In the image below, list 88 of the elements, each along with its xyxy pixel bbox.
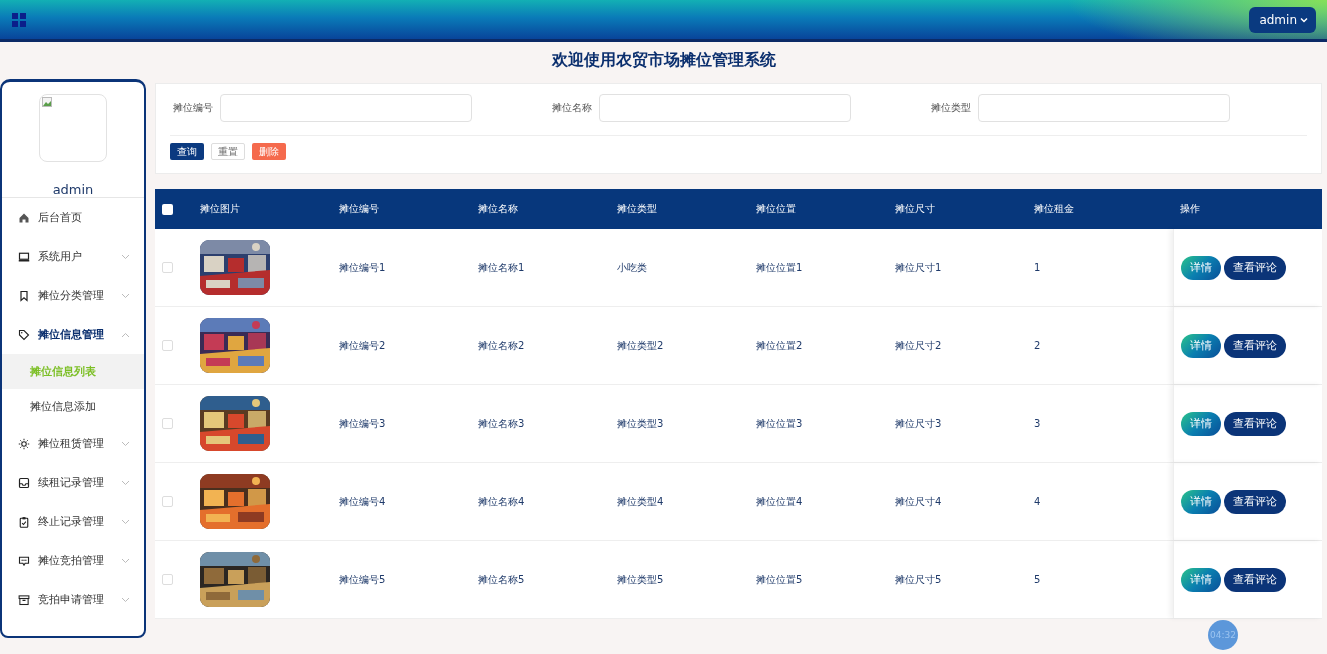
column-header: 摊位位置 (756, 203, 796, 214)
laptop-icon (18, 250, 30, 263)
sidebar-item[interactable]: 系统用户 (2, 237, 144, 276)
sidebar-subitem[interactable]: 摊位信息添加 (2, 389, 144, 424)
column-header: 摊位租金 (1034, 203, 1074, 214)
column-header: 摊位图片 (200, 203, 240, 214)
table-cell: 摊位编号4 (339, 495, 386, 507)
home-icon (18, 211, 30, 224)
table-cell: 摊位位置3 (756, 417, 803, 429)
table-cell: 2 (1034, 340, 1041, 351)
table-cell: 1 (1034, 262, 1041, 273)
table-cell: 摊位位置2 (756, 339, 803, 351)
input-field[interactable] (220, 94, 472, 122)
table-cell: 摊位类型5 (617, 573, 664, 585)
table-cell: 摊位名称2 (478, 339, 525, 351)
search-button[interactable]: 查询 (170, 143, 204, 160)
table-cell: 摊位编号3 (339, 417, 386, 429)
sidebar-item[interactable]: 续租记录管理 (2, 463, 144, 502)
table-cell: 摊位类型4 (617, 495, 664, 507)
table-cell: 摊位编号2 (339, 339, 386, 351)
table-cell: 摊位尺寸5 (895, 573, 942, 585)
table-cell: 3 (1034, 418, 1041, 429)
details-button[interactable]: 详情 (1181, 567, 1221, 592)
view-reviews-button[interactable]: 查看评论 (1224, 489, 1286, 514)
sidebar-item[interactable]: 摊位租赁管理 (2, 424, 144, 463)
details-button[interactable]: 详情 (1181, 489, 1221, 514)
column-header: 摊位类型 (617, 203, 657, 214)
table-cell: 摊位尺寸2 (895, 339, 942, 351)
user-name: admin (52, 182, 94, 197)
view-reviews-button[interactable]: 查看评论 (1224, 411, 1286, 436)
reset-button[interactable]: 重置 (211, 143, 245, 160)
input-field[interactable] (599, 94, 851, 122)
sidebar-item[interactable]: 终止记录管理 (2, 502, 144, 541)
row-checkbox[interactable] (162, 496, 173, 507)
input-field[interactable] (978, 94, 1230, 122)
details-button[interactable]: 详情 (1181, 411, 1221, 436)
sidebar-item[interactable]: 摊位分类管理 (2, 276, 144, 315)
field-label: 摊位类型 (931, 101, 971, 115)
sidebar-item[interactable]: 后台首页 (2, 198, 144, 237)
table-cell: 摊位位置4 (756, 495, 803, 507)
table-cell: 摊位编号1 (339, 261, 386, 273)
view-reviews-button[interactable]: 查看评论 (1224, 567, 1286, 592)
user-menu-button[interactable]: admin (1249, 6, 1316, 33)
chat-icon (18, 554, 30, 567)
clipboard-icon (18, 515, 30, 528)
row-checkbox[interactable] (162, 574, 173, 585)
column-header: 摊位尺寸 (895, 203, 935, 214)
sidebar-item[interactable]: 竞拍申请管理 (2, 580, 144, 619)
table-cell: 4 (1034, 496, 1041, 507)
select-all-checkbox[interactable] (162, 203, 173, 215)
sidebar-item[interactable]: 摊位竞拍管理 (2, 541, 144, 580)
archive-icon (18, 593, 30, 606)
table-cell: 摊位名称1 (478, 261, 525, 273)
view-reviews-button[interactable]: 查看评论 (1224, 255, 1286, 280)
table-cell: 摊位名称4 (478, 495, 525, 507)
table-cell: 摊位尺寸3 (895, 417, 942, 429)
column-header: 操作 (1180, 202, 1200, 216)
table-cell: 摊位尺寸4 (895, 495, 942, 507)
details-button[interactable]: 详情 (1181, 255, 1221, 280)
table-cell: 摊位尺寸1 (895, 261, 942, 273)
table-cell: 摊位位置1 (756, 261, 803, 273)
table-cell: 摊位类型3 (617, 417, 664, 429)
table-cell: 小吃类 (617, 261, 647, 273)
table-cell: 摊位名称3 (478, 417, 525, 429)
view-reviews-button[interactable]: 查看评论 (1224, 333, 1286, 358)
table-cell: 摊位类型2 (617, 339, 664, 351)
table-cell: 摊位位置5 (756, 573, 803, 585)
inbox-icon (18, 476, 30, 489)
page-title: 欢迎使用农贸市场摊位管理系统 (551, 50, 776, 71)
sun-icon (18, 437, 30, 450)
caret-icon (1300, 16, 1308, 23)
video-timer: 04:32 (1208, 620, 1238, 650)
column-header: 摊位编号 (339, 203, 379, 214)
table-cell: 摊位编号5 (339, 573, 386, 585)
details-button[interactable]: 详情 (1181, 333, 1221, 358)
row-checkbox[interactable] (162, 262, 173, 273)
broken-image-icon (42, 97, 52, 107)
table-cell: 5 (1034, 574, 1041, 585)
row-checkbox[interactable] (162, 340, 173, 351)
table-cell: 摊位名称5 (478, 573, 525, 585)
bookmark-icon (18, 289, 30, 302)
field-label: 摊位名称 (552, 101, 592, 115)
row-checkbox[interactable] (162, 418, 173, 429)
field-label: 摊位编号 (173, 101, 213, 115)
menu-icon[interactable] (12, 12, 26, 27)
tag-icon (18, 328, 30, 341)
sidebar-item[interactable]: 摊位信息管理 (2, 315, 144, 354)
column-header: 摊位名称 (478, 203, 518, 214)
